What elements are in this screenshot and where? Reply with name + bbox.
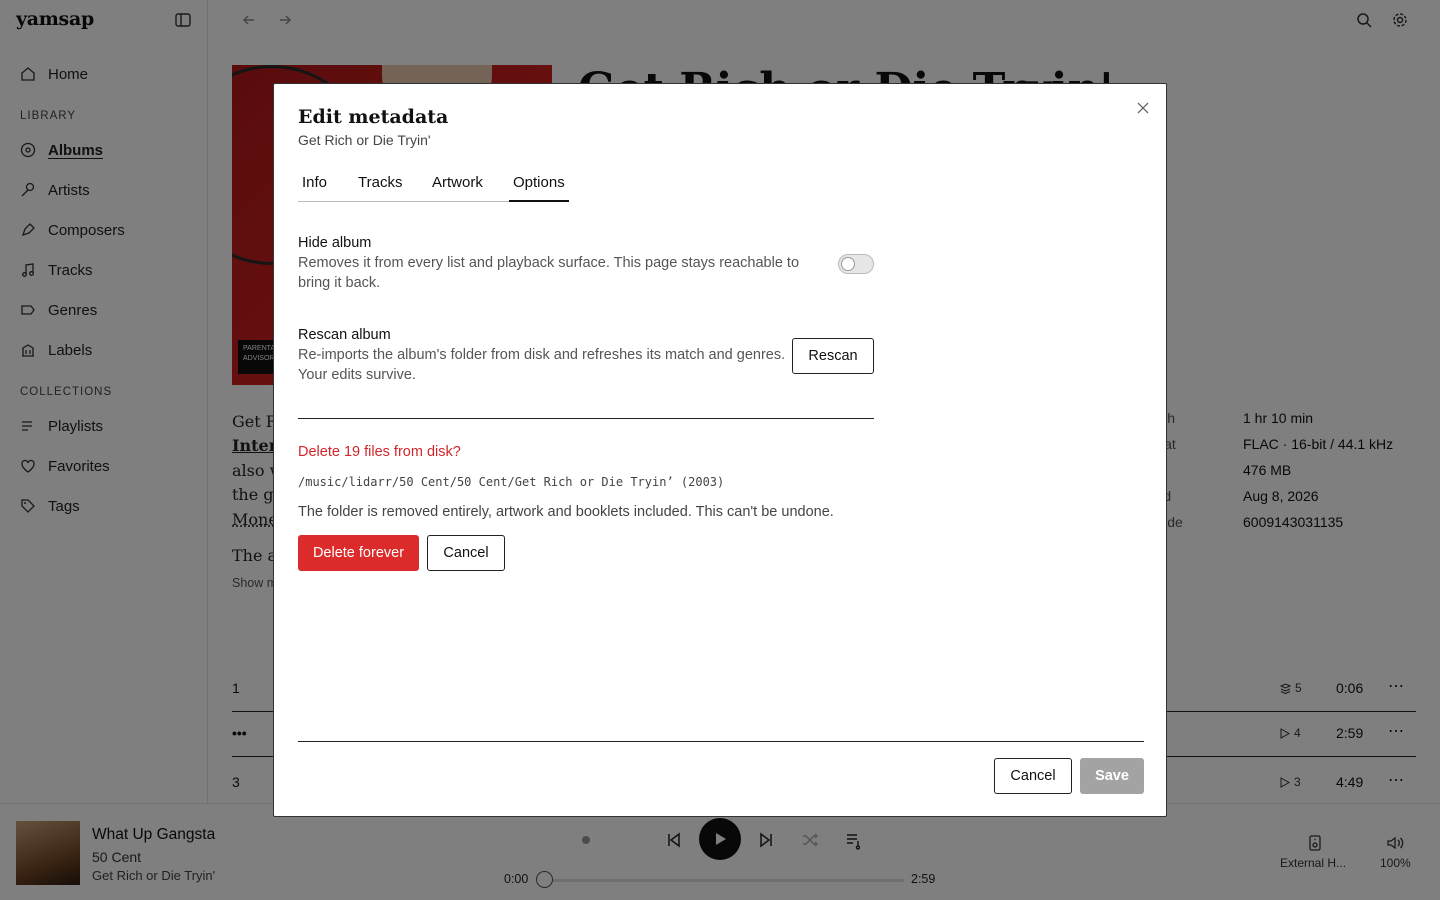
- dialog-subtitle: Get Rich or Die Tryin': [298, 132, 431, 148]
- delete-warning: The folder is removed entirely, artwork …: [298, 504, 834, 520]
- tab-options[interactable]: Options: [509, 174, 569, 202]
- delete-forever-button[interactable]: Delete forever: [298, 535, 419, 571]
- tab-tracks[interactable]: Tracks: [354, 174, 406, 202]
- rescan-album-description: Re-imports the album's folder from disk …: [298, 347, 786, 383]
- dialog-title: Edit metadata: [298, 106, 449, 128]
- cancel-button[interactable]: Cancel: [994, 758, 1072, 794]
- footer-divider: [298, 741, 1144, 742]
- cancel-delete-button[interactable]: Cancel: [427, 535, 505, 571]
- tab-bar: Info Tracks Artwork Options: [298, 170, 569, 202]
- edit-metadata-dialog: Edit metadata Get Rich or Die Tryin' Inf…: [273, 83, 1167, 817]
- rescan-album-title: Rescan album: [298, 327, 391, 343]
- hide-album-description: Removes it from every list and playback …: [298, 255, 800, 291]
- tab-artwork[interactable]: Artwork: [428, 174, 487, 202]
- delete-confirm-title: Delete 19 files from disk?: [298, 444, 461, 460]
- hide-album-toggle[interactable]: [838, 254, 874, 274]
- tab-info[interactable]: Info: [298, 174, 331, 202]
- section-divider: [298, 418, 874, 419]
- rescan-button[interactable]: Rescan: [792, 338, 874, 374]
- save-button[interactable]: Save: [1080, 758, 1144, 794]
- hide-album-title: Hide album: [298, 235, 372, 251]
- close-icon[interactable]: [1136, 101, 1150, 115]
- folder-path: /music/lidarr/50 Cent/50 Cent/Get Rich o…: [298, 475, 725, 489]
